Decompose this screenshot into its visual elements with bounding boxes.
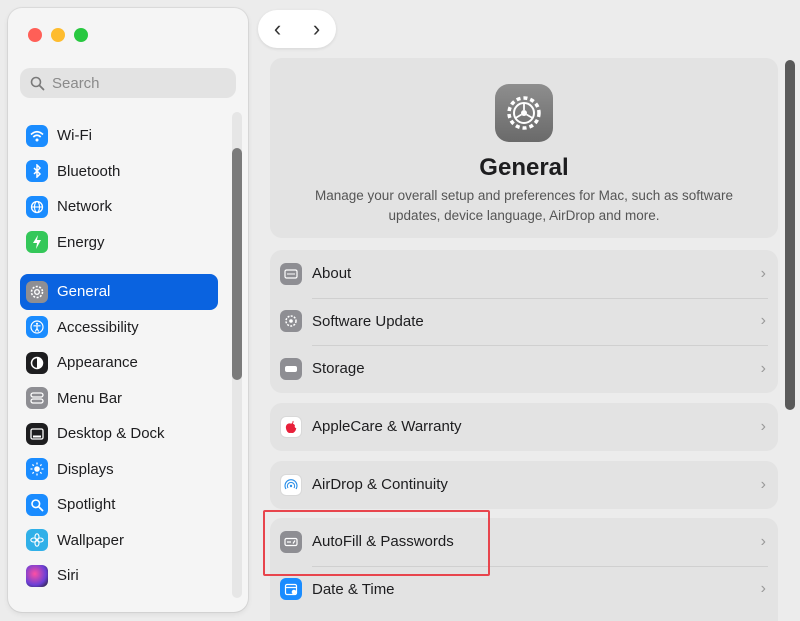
autofill-icon [280, 530, 302, 553]
navigation-buttons: ‹ › [258, 10, 336, 48]
sidebar-item-spotlight[interactable]: Spotlight [20, 487, 218, 523]
sidebar-item-desktop-dock[interactable]: Desktop & Dock [20, 416, 218, 452]
sidebar-item-label: Menu Bar [57, 389, 123, 407]
sidebar-item-accessibility[interactable]: Accessibility [20, 310, 218, 346]
zoom-button[interactable] [74, 28, 88, 42]
search-icon [30, 76, 45, 91]
sidebar-item-displays[interactable]: Displays [20, 452, 218, 488]
wifi-icon [26, 124, 48, 147]
row-airdrop-continuity[interactable]: AirDrop & Continuity › [270, 461, 778, 509]
sidebar-item-menu-bar[interactable]: Menu Bar [20, 381, 218, 417]
search-placeholder: Search [52, 74, 100, 92]
sidebar-item-appearance[interactable]: Appearance [20, 345, 218, 381]
settings-window: Search Wi-Fi Bluetooth Network Energy Ge… [0, 0, 800, 621]
appearance-icon [26, 351, 48, 374]
flower-icon [26, 529, 48, 552]
page-title: General [479, 154, 569, 181]
sidebar-item-wallpaper[interactable]: Wallpaper [20, 523, 218, 559]
row-date-time[interactable]: Date & Time › [270, 565, 778, 614]
row-label: Storage [312, 360, 365, 378]
row-label: Software Update [312, 312, 424, 330]
settings-group-airdrop: AirDrop & Continuity › [270, 461, 778, 509]
storage-icon [280, 357, 302, 380]
row-label: AutoFill & Passwords [312, 533, 454, 551]
sidebar-item-label: Bluetooth [57, 162, 121, 180]
calendar-icon [280, 578, 302, 601]
airdrop-icon [280, 473, 302, 496]
sidebar-item-label: Displays [57, 460, 114, 478]
chevron-right-icon: › [760, 475, 766, 493]
accessibility-icon [26, 316, 48, 339]
close-button[interactable] [28, 28, 42, 42]
chevron-right-icon: › [760, 532, 766, 550]
sidebar-item-label: Energy [57, 233, 105, 251]
page-description: Manage your overall setup and preference… [315, 188, 733, 223]
gear-icon [26, 280, 48, 303]
chevron-right-icon: › [760, 417, 766, 435]
sidebar-item-label: Wi-Fi [57, 127, 92, 145]
row-software-update[interactable]: Software Update › [270, 297, 778, 346]
search-input[interactable]: Search [20, 68, 236, 98]
magnifier-icon [26, 493, 48, 516]
settings-group-system: About › Software Update › Storage › [270, 250, 778, 393]
sidebar-item-general[interactable]: General [20, 274, 218, 310]
sidebar-item-label: Accessibility [57, 318, 139, 336]
sidebar: Search Wi-Fi Bluetooth Network Energy Ge… [8, 8, 248, 612]
siri-icon [26, 564, 48, 587]
row-label: AirDrop & Continuity [312, 476, 448, 494]
chevron-right-icon: › [760, 312, 766, 330]
sidebar-item-label: Appearance [57, 354, 138, 372]
chevron-right-icon: › [760, 359, 766, 377]
sidebar-scrollbar[interactable] [232, 112, 242, 598]
settings-group-autofill: AutoFill & Passwords › Date & Time › [270, 518, 778, 621]
globe-icon [26, 195, 48, 218]
bolt-icon [26, 231, 48, 254]
back-button[interactable]: ‹ [274, 18, 281, 40]
sun-icon [26, 458, 48, 481]
row-storage[interactable]: Storage › [270, 345, 778, 393]
sidebar-item-network[interactable]: Network [20, 189, 218, 225]
menubar-icon [26, 387, 48, 410]
content-scrollbar[interactable] [785, 60, 795, 410]
sidebar-scrollbar-thumb[interactable] [232, 148, 242, 380]
chevron-right-icon: › [760, 264, 766, 282]
row-autofill-passwords[interactable]: AutoFill & Passwords › [270, 518, 778, 566]
sidebar-item-label: Network [57, 198, 113, 216]
sidebar-item-label: Wallpaper [57, 531, 124, 549]
software-update-icon [280, 310, 302, 333]
chevron-right-icon: › [760, 580, 766, 598]
sidebar-item-energy[interactable]: Energy [20, 225, 218, 261]
row-label: Date & Time [312, 580, 395, 598]
sidebar-item-label: Desktop & Dock [57, 425, 165, 443]
dock-icon [26, 422, 48, 445]
minimize-button[interactable] [51, 28, 65, 42]
sidebar-item-wifi[interactable]: Wi-Fi [20, 118, 218, 154]
sidebar-item-label: General [57, 283, 111, 301]
sidebar-item-bluetooth[interactable]: Bluetooth [20, 154, 218, 190]
about-icon [280, 262, 302, 285]
general-header: General Manage your overall setup and pr… [270, 58, 778, 238]
sidebar-item-siri[interactable]: Siri [20, 558, 218, 594]
row-label: AppleCare & Warranty [312, 418, 462, 436]
settings-group-applecare: AppleCare & Warranty › [270, 403, 778, 451]
sidebar-list: Wi-Fi Bluetooth Network Energy General A… [20, 118, 218, 594]
sidebar-item-label: Spotlight [57, 496, 116, 514]
apple-icon [280, 415, 302, 438]
bluetooth-icon [26, 160, 48, 183]
general-gear-icon [495, 84, 553, 142]
window-controls [28, 28, 88, 42]
row-applecare-warranty[interactable]: AppleCare & Warranty › [270, 403, 778, 451]
row-about[interactable]: About › [270, 250, 778, 298]
forward-button[interactable]: › [313, 18, 320, 40]
row-label: About [312, 265, 352, 283]
sidebar-item-label: Siri [57, 567, 79, 585]
